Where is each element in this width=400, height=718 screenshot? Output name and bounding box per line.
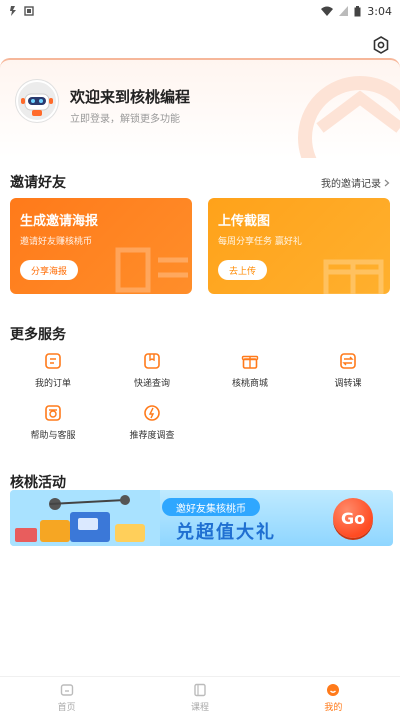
home-icon xyxy=(60,683,73,696)
tab-course[interactable]: 课程 xyxy=(133,677,266,718)
services-section-title: 更多服务 xyxy=(10,327,66,343)
decorative-pattern xyxy=(115,247,188,293)
wifi-icon xyxy=(321,6,334,16)
order-icon xyxy=(45,353,61,369)
signal-icon xyxy=(339,6,349,16)
banner-pill: 邀好友集核桃币 xyxy=(162,498,260,516)
service-survey[interactable]: 推荐度调查 xyxy=(104,404,200,444)
service-help[interactable]: 帮助与客服 xyxy=(5,404,101,444)
phone-icon xyxy=(45,405,61,421)
banner-go-button[interactable]: Go xyxy=(333,498,373,538)
login-prompt[interactable]: 立即登录，解锁更多功能 xyxy=(70,110,180,125)
tab-label: 首页 xyxy=(57,702,76,713)
robot-avatar-icon xyxy=(21,93,53,116)
avatar[interactable] xyxy=(16,80,58,122)
upload-card-desc: 每周分享任务 赢好礼 xyxy=(218,237,302,247)
upload-card[interactable]: 上传截图 每周分享任务 赢好礼 去上传 xyxy=(208,198,390,294)
tab-me[interactable]: 我的 xyxy=(267,677,400,718)
tab-label: 我的 xyxy=(324,702,343,713)
decorative-pattern xyxy=(298,76,400,158)
service-mall[interactable]: 核桃商城 xyxy=(202,352,298,392)
service-my-orders[interactable]: 我的订单 xyxy=(5,352,101,392)
service-label: 帮助与客服 xyxy=(30,431,76,441)
service-label: 推荐度调查 xyxy=(129,431,175,441)
share-poster-button[interactable]: 分享海报 xyxy=(20,260,79,280)
invite-record-link[interactable]: 我的邀请记录 xyxy=(321,175,390,190)
service-label: 核桃商城 xyxy=(231,379,268,389)
course-icon xyxy=(194,683,206,696)
survey-icon xyxy=(144,405,160,421)
poster-card[interactable]: 生成邀请海报 邀请好友赚核桃币 分享海报 xyxy=(10,198,192,294)
invite-section-title: 邀请好友 xyxy=(10,175,66,191)
profile-header[interactable]: 欢迎来到核桃编程 立即登录，解锁更多功能 xyxy=(0,58,400,158)
invite-record-label: 我的邀请记录 xyxy=(321,179,381,190)
toys-illustration xyxy=(10,490,160,546)
service-express[interactable]: 快递查询 xyxy=(104,352,200,392)
service-transfer-class[interactable]: 调转课 xyxy=(300,352,396,392)
poster-card-desc: 邀请好友赚核桃币 xyxy=(20,237,93,247)
service-label: 我的订单 xyxy=(34,379,71,389)
poster-card-title: 生成邀请海报 xyxy=(20,214,99,229)
chevron-right-icon xyxy=(384,179,390,186)
banner-headline: 兑超值大礼 xyxy=(176,522,276,543)
tab-label: 课程 xyxy=(190,702,209,713)
settings-button[interactable] xyxy=(370,34,392,56)
upload-button[interactable]: 去上传 xyxy=(218,260,268,280)
welcome-text: 欢迎来到核桃编程 xyxy=(70,88,191,106)
activity-banner[interactable]: 邀好友集核桃币 兑超值大礼 Go xyxy=(10,490,393,546)
service-label: 快递查询 xyxy=(133,379,170,389)
status-time: 3:04 xyxy=(367,4,392,18)
bottom-tabbar: 首页 课程 我的 xyxy=(0,676,400,718)
gift-decoration xyxy=(323,259,384,294)
package-icon xyxy=(144,353,160,369)
gear-icon xyxy=(373,36,389,54)
me-icon xyxy=(327,683,340,696)
app-notification-icon xyxy=(24,6,34,16)
upload-card-title: 上传截图 xyxy=(218,214,271,229)
transfer-icon xyxy=(340,353,356,369)
service-label: 调转课 xyxy=(334,379,362,389)
gift-icon xyxy=(241,355,259,369)
tab-home[interactable]: 首页 xyxy=(0,677,133,718)
status-bar: 3:04 xyxy=(0,0,400,22)
battery-icon xyxy=(354,5,361,16)
notification-icon xyxy=(10,6,16,16)
activity-section-title: 核桃活动 xyxy=(10,475,66,491)
